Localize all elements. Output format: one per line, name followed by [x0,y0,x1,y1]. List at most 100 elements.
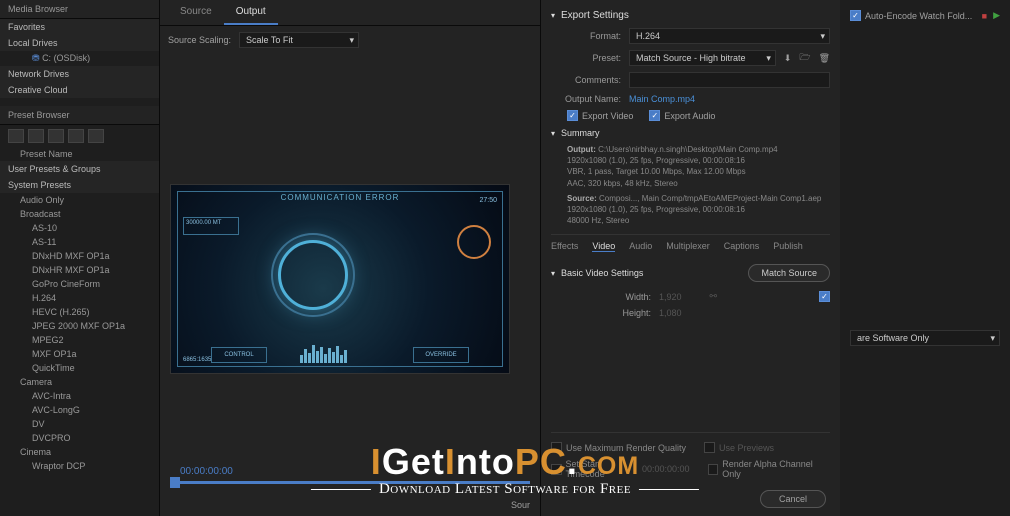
timecode-display[interactable]: 00:00:00:00 [170,466,530,477]
favorites-section[interactable]: Favorites [0,19,159,35]
preset-item[interactable]: DV [0,417,159,431]
preset-item[interactable]: AS-11 [0,235,159,249]
preset-name-header: Preset Name [0,147,159,161]
timeline[interactable]: 00:00:00:00 [170,466,530,486]
export-preset-button[interactable] [88,129,104,143]
preview-panel: Source Output Source Scaling: Scale To F… [160,0,540,516]
cinema-group[interactable]: Cinema [0,445,159,459]
preset-item[interactable]: HEVC (H.265) [0,305,159,319]
save-preset-icon[interactable]: ⬇ [784,53,792,64]
preset-item[interactable]: AVC-LongG [0,403,159,417]
delete-preset-icon[interactable]: 🗑 [819,53,830,64]
timeline-track[interactable] [170,481,530,484]
output-name-label: Output Name: [551,94,621,104]
max-quality-checkbox[interactable]: Use Maximum Render Quality [551,442,686,453]
basic-video-header[interactable]: Basic Video Settings [551,264,643,282]
settings-tabs: Effects Video Audio Multiplexer Captions… [551,234,830,258]
play-icon[interactable]: ▶ [993,10,1000,21]
tab-audio[interactable]: Audio [629,241,652,252]
preset-label: Preset: [551,53,621,63]
preset-item[interactable]: AS-10 [0,221,159,235]
tab-effects[interactable]: Effects [551,241,578,252]
auto-encode-checkbox[interactable]: ✓Auto-Encode Watch Fold... [850,10,972,21]
preset-item[interactable]: Wraptor DCP [0,459,159,473]
comments-input[interactable] [629,72,830,88]
hud-gauge [457,225,491,259]
renderer-dropdown[interactable]: are Software Only [850,330,1000,346]
preset-item[interactable]: Broadcast [0,207,159,221]
width-label: Width: [581,292,651,302]
hud-coords: 6865:1635 [183,357,211,363]
hud-override-label: OVERRIDE [413,347,469,363]
tab-captions[interactable]: Captions [724,241,760,252]
user-presets-group[interactable]: User Presets & Groups [0,161,159,177]
width-match-checkbox[interactable]: ✓ [819,291,830,302]
summary-header[interactable]: Summary [551,124,830,142]
format-label: Format: [551,31,621,41]
preset-item[interactable]: MPEG2 [0,333,159,347]
format-dropdown[interactable]: H.264 [629,28,830,44]
source-scaling-label: Source Scaling: [168,35,231,45]
tab-source[interactable]: Source [168,0,224,25]
preset-item[interactable]: MXF OP1a [0,347,159,361]
playhead-icon[interactable] [170,477,180,488]
preset-item[interactable]: AVC-Intra [0,389,159,403]
media-browser-header: Media Browser [0,0,159,19]
use-previews-checkbox[interactable]: Use Previews [704,442,774,453]
tab-video[interactable]: Video [592,241,615,252]
preset-item[interactable]: DVCPRO [0,431,159,445]
tab-publish[interactable]: Publish [773,241,803,252]
width-value[interactable]: 1,920 [659,292,682,302]
source-range-label: Sour [511,500,530,510]
render-options: Use Maximum Render Quality Use Previews … [551,432,830,482]
tab-multiplexer[interactable]: Multiplexer [666,241,710,252]
output-name-link[interactable]: Main Comp.mp4 [629,94,695,104]
hud-reticle [278,240,348,310]
preview-tabs: Source Output [160,0,540,26]
import-preset-button[interactable] [68,129,84,143]
preset-browser-header: Preset Browser [0,106,159,125]
network-drives-section[interactable]: Network Drives [0,66,159,82]
stop-icon[interactable]: ■ [982,11,987,21]
hud-readout-right: 27:50 [457,197,497,211]
export-audio-checkbox[interactable]: ✓Export Audio [649,110,715,121]
hud-readout-left: 30000.00 MT [183,217,239,235]
remove-preset-button[interactable] [28,129,44,143]
source-scaling-dropdown[interactable]: Scale To Fit [239,32,359,48]
preset-item[interactable]: JPEG 2000 MXF OP1a [0,319,159,333]
preset-item[interactable]: GoPro CineForm [0,277,159,291]
tab-output[interactable]: Output [224,0,278,25]
start-timecode-checkbox[interactable]: Set Start Timecode 00:00:00:00 [551,459,690,479]
preset-item[interactable]: H.264 [0,291,159,305]
height-value[interactable]: 1,080 [659,308,682,318]
preset-item[interactable]: DNxHD MXF OP1a [0,249,159,263]
match-source-button[interactable]: Match Source [748,264,830,282]
export-video-checkbox[interactable]: ✓Export Video [567,110,633,121]
queue-panel: ✓Auto-Encode Watch Fold... ■ ▶ are Softw… [840,0,1010,516]
system-presets-group[interactable]: System Presets [0,177,159,193]
preset-item[interactable]: Audio Only [0,193,159,207]
hud-control-label: CONTROL [211,347,267,363]
height-label: Height: [581,308,651,318]
export-settings-panel: Export Settings Format: H.264 Preset: Ma… [540,0,840,516]
camera-group[interactable]: Camera [0,375,159,389]
local-drives-section[interactable]: Local Drives [0,35,159,51]
cancel-button[interactable]: Cancel [760,490,826,508]
alpha-only-checkbox[interactable]: Render Alpha Channel Only [708,459,831,479]
add-preset-button[interactable] [8,129,24,143]
import-preset-icon[interactable]: 🗁 [799,50,810,66]
left-sidebar: Media Browser Favorites Local Drives ⛃ C… [0,0,160,516]
hud-equalizer [300,343,380,363]
creative-cloud-section[interactable]: Creative Cloud [0,82,159,98]
preset-settings-button[interactable] [48,129,64,143]
video-preview[interactable]: COMMUNICATION ERROR 30000.00 MT 27:50 CO… [170,184,510,374]
export-settings-header[interactable]: Export Settings [551,6,830,25]
summary-output: Output: C:\Users\nirbhay.n.singh\Desktop… [551,142,830,191]
comments-label: Comments: [551,75,621,85]
c-drive-item[interactable]: ⛃ C: (OSDisk) [0,51,159,66]
preset-dropdown[interactable]: Match Source - High bitrate [629,50,776,66]
summary-source: Source: Composi..., Main Comp/tmpAEtoAME… [551,191,830,229]
preset-item[interactable]: QuickTime [0,361,159,375]
link-icon[interactable]: ⚯ [710,291,718,302]
preset-item[interactable]: DNxHR MXF OP1a [0,263,159,277]
